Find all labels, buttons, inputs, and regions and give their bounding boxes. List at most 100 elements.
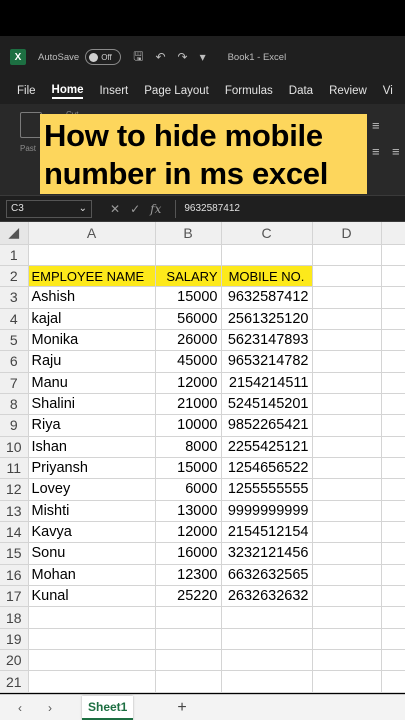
- cancel-icon[interactable]: ✕: [110, 202, 120, 216]
- row-header[interactable]: 16: [0, 564, 29, 587]
- cell[interactable]: Kavya: [28, 521, 156, 544]
- row-header[interactable]: 8: [0, 393, 29, 416]
- cell[interactable]: [381, 265, 405, 288]
- cell[interactable]: 2154214511: [221, 372, 313, 394]
- formula-input[interactable]: 9632587412: [175, 199, 405, 218]
- cell[interactable]: [312, 350, 382, 373]
- cell[interactable]: 9632587412: [221, 286, 313, 309]
- cell[interactable]: 25220: [155, 585, 222, 608]
- cell[interactable]: Sonu: [28, 542, 156, 565]
- prev-sheet-icon[interactable]: ‹: [18, 701, 22, 715]
- cell[interactable]: [381, 436, 405, 458]
- align-justify-icon[interactable]: ≡: [392, 144, 400, 159]
- cell[interactable]: 21000: [155, 393, 222, 416]
- cell[interactable]: [221, 244, 313, 266]
- cell[interactable]: 6632632565: [221, 564, 313, 587]
- row-header[interactable]: 2: [0, 265, 29, 288]
- customize-toolbar-icon[interactable]: ▾: [200, 50, 206, 64]
- cell[interactable]: [381, 585, 405, 608]
- cell[interactable]: [221, 670, 313, 693]
- cell[interactable]: 2632632632: [221, 585, 313, 608]
- tab-review[interactable]: Review: [329, 85, 367, 97]
- cell[interactable]: [381, 521, 405, 544]
- cell[interactable]: [155, 670, 222, 693]
- cell[interactable]: 13000: [155, 500, 222, 522]
- tab-page-layout[interactable]: Page Layout: [144, 85, 209, 97]
- tab-home[interactable]: Home: [51, 84, 84, 99]
- cell[interactable]: [381, 308, 405, 330]
- header-cell-mobile-no[interactable]: MOBILE NO.: [221, 265, 313, 288]
- cell[interactable]: [312, 670, 382, 693]
- cell[interactable]: Manu: [28, 372, 156, 394]
- cell[interactable]: [28, 649, 156, 672]
- cell[interactable]: [28, 606, 156, 629]
- cell[interactable]: [381, 286, 405, 309]
- cell[interactable]: [221, 606, 313, 629]
- cell[interactable]: 9653214782: [221, 350, 313, 373]
- cell[interactable]: [155, 649, 222, 672]
- cell[interactable]: 8000: [155, 436, 222, 458]
- cell[interactable]: [28, 670, 156, 693]
- column-header-b[interactable]: B: [155, 222, 222, 245]
- align-center-icon[interactable]: ≡: [372, 144, 380, 159]
- row-header[interactable]: 21: [0, 670, 29, 693]
- cell[interactable]: [381, 500, 405, 522]
- chevron-down-icon[interactable]: ⌄: [79, 203, 87, 214]
- row-header[interactable]: 4: [0, 308, 29, 330]
- row-header[interactable]: 7: [0, 372, 29, 394]
- cell[interactable]: 1254656522: [221, 457, 313, 480]
- cell[interactable]: [381, 329, 405, 352]
- cell[interactable]: [155, 244, 222, 266]
- cell[interactable]: [155, 606, 222, 629]
- cell[interactable]: [381, 606, 405, 629]
- cell[interactable]: [28, 628, 156, 651]
- cell[interactable]: 6000: [155, 478, 222, 501]
- cell[interactable]: [381, 649, 405, 672]
- tab-file[interactable]: File: [17, 85, 36, 97]
- cell[interactable]: 12000: [155, 372, 222, 394]
- row-header[interactable]: 10: [0, 436, 29, 458]
- cell[interactable]: [312, 414, 382, 437]
- align-right-icon[interactable]: ≡: [372, 118, 380, 133]
- cell[interactable]: 9999999999: [221, 500, 313, 522]
- cell[interactable]: [221, 628, 313, 651]
- cell[interactable]: Ishan: [28, 436, 156, 458]
- cell[interactable]: 15000: [155, 286, 222, 309]
- column-header-d[interactable]: D: [312, 222, 382, 245]
- cell[interactable]: [312, 393, 382, 416]
- cell[interactable]: [312, 521, 382, 544]
- tab-sheet1[interactable]: Sheet1: [82, 695, 134, 720]
- cell[interactable]: 5245145201: [221, 393, 313, 416]
- row-header[interactable]: 6: [0, 350, 29, 373]
- cell[interactable]: [312, 542, 382, 565]
- cell[interactable]: 3232121456: [221, 542, 313, 565]
- cell[interactable]: [381, 414, 405, 437]
- cell[interactable]: Mishti: [28, 500, 156, 522]
- row-header[interactable]: 19: [0, 628, 29, 651]
- undo-icon[interactable]: ↶: [155, 50, 165, 64]
- cell[interactable]: [381, 393, 405, 416]
- cell[interactable]: [381, 542, 405, 565]
- row-header[interactable]: 13: [0, 500, 29, 522]
- cell[interactable]: [312, 606, 382, 629]
- cell[interactable]: 56000: [155, 308, 222, 330]
- check-icon[interactable]: ✓: [130, 202, 140, 216]
- row-header[interactable]: 11: [0, 457, 29, 480]
- next-sheet-icon[interactable]: ›: [48, 701, 52, 715]
- cell[interactable]: 2561325120: [221, 308, 313, 330]
- cell[interactable]: [381, 372, 405, 394]
- cell[interactable]: 1255555555: [221, 478, 313, 501]
- cell[interactable]: [381, 478, 405, 501]
- cell[interactable]: [28, 244, 156, 266]
- row-header[interactable]: 20: [0, 649, 29, 672]
- cell[interactable]: 10000: [155, 414, 222, 437]
- row-header[interactable]: 9: [0, 414, 29, 437]
- cell[interactable]: [221, 649, 313, 672]
- row-header[interactable]: 12: [0, 478, 29, 501]
- paste-icon[interactable]: [20, 112, 42, 138]
- row-header[interactable]: 17: [0, 585, 29, 608]
- cell[interactable]: [312, 244, 382, 266]
- cell[interactable]: [312, 564, 382, 587]
- cell[interactable]: [312, 585, 382, 608]
- cell[interactable]: 9852265421: [221, 414, 313, 437]
